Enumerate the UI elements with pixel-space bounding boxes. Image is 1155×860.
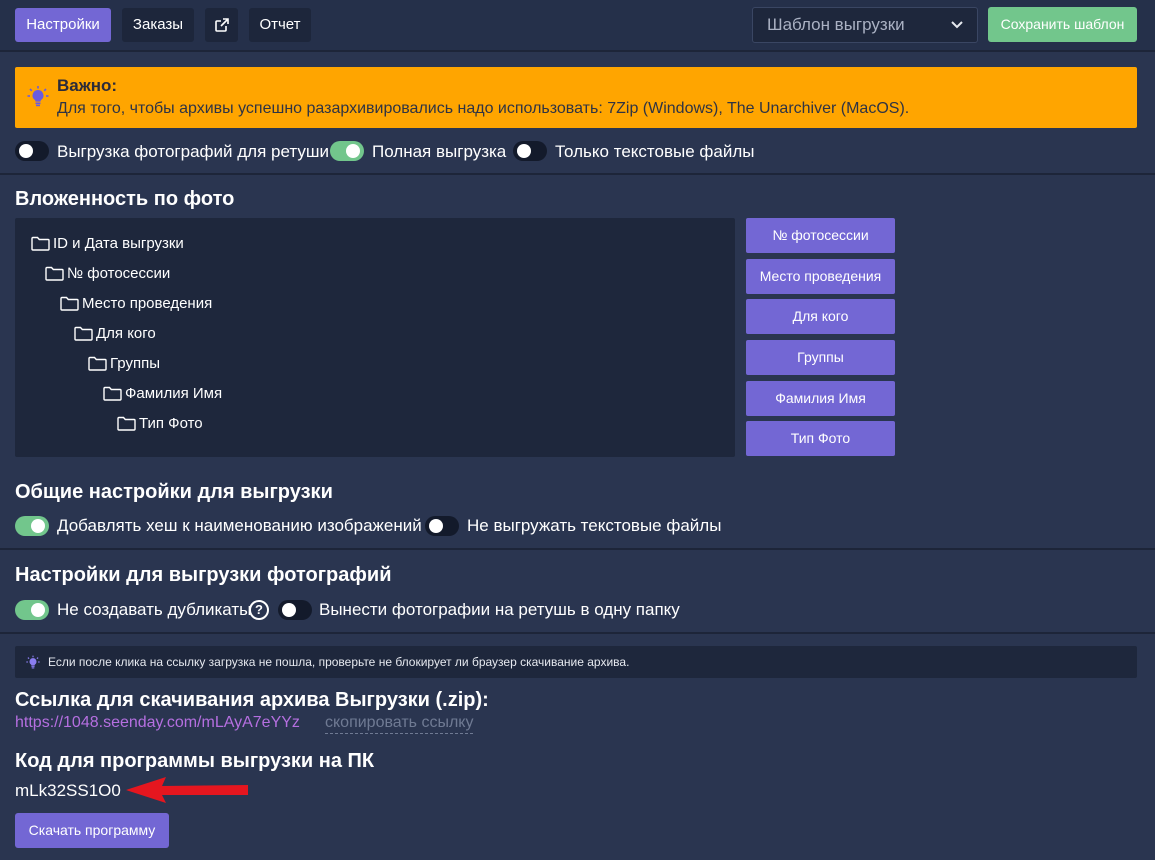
toggle-label-retouch-one-folder: Вынести фотографии на ретушь в одну папк…: [319, 600, 680, 619]
program-code-value: mLk32SS1O0: [15, 781, 121, 800]
save-template-button[interactable]: Сохранить шаблон: [988, 7, 1137, 42]
report-button[interactable]: Отчет: [249, 8, 311, 42]
warning-title: Важно:: [57, 76, 118, 95]
toggle-add-hash[interactable]: [15, 516, 49, 536]
divider: [0, 548, 1155, 550]
settings-button[interactable]: Настройки: [15, 8, 111, 42]
nesting-button-for-whom[interactable]: Для кого: [746, 299, 895, 334]
chevron-down-icon: [951, 8, 963, 55]
download-program-button[interactable]: Скачать программу: [15, 813, 169, 848]
toggle-label-no-duplicates: Не создавать дубликаты: [57, 600, 252, 619]
external-link-icon: [215, 18, 229, 32]
folder-icon: [31, 236, 50, 251]
nesting-button-photo-type[interactable]: Тип Фото: [746, 421, 895, 456]
folder-icon: [103, 386, 122, 401]
folder-tree: ID и Дата выгрузки № фотосессии Место пр…: [15, 218, 735, 457]
lightbulb-icon: [27, 86, 49, 107]
download-link-title: Ссылка для скачивания архива Выгрузки (.…: [15, 689, 489, 711]
nesting-button-groups[interactable]: Группы: [746, 340, 895, 375]
folder-icon: [88, 356, 107, 371]
toggle-retouch-export[interactable]: [15, 141, 49, 161]
nesting-button-session[interactable]: № фотосессии: [746, 218, 895, 253]
orders-button[interactable]: Заказы: [122, 8, 194, 42]
nesting-title: Вложенность по фото: [15, 188, 235, 210]
toggle-full-export[interactable]: [330, 141, 364, 161]
tree-label: Тип Фото: [139, 415, 203, 432]
tree-label: Группы: [110, 355, 160, 372]
warning-text: Для того, чтобы архивы успешно разархиви…: [57, 100, 910, 117]
toggle-retouch-one-folder[interactable]: [278, 600, 312, 620]
help-icon[interactable]: ?: [249, 600, 269, 620]
toggle-label-full-export: Полная выгрузка: [372, 142, 507, 161]
tree-label: № фотосессии: [67, 265, 171, 282]
nesting-button-name[interactable]: Фамилия Имя: [746, 381, 895, 416]
toggle-no-text-files[interactable]: [425, 516, 459, 536]
nesting-button-location[interactable]: Место проведения: [746, 259, 895, 294]
divider: [0, 173, 1155, 175]
folder-icon: [60, 296, 79, 311]
toggle-text-only[interactable]: [513, 141, 547, 161]
template-select[interactable]: Шаблон выгрузки: [752, 7, 978, 43]
divider: [0, 632, 1155, 634]
tree-label: Для кого: [96, 325, 156, 342]
download-info-note: Если после клика на ссылку загрузка не п…: [15, 646, 1137, 678]
photo-settings-title: Настройки для выгрузки фотографий: [15, 564, 392, 586]
toggle-label-add-hash: Добавлять хеш к наименованию изображений: [57, 516, 422, 535]
tree-label: Место проведения: [82, 295, 213, 312]
toggle-no-duplicates[interactable]: [15, 600, 49, 620]
tree-label: ID и Дата выгрузки: [53, 235, 184, 252]
warning-banner: Важно: Для того, чтобы архивы успешно ра…: [15, 67, 1137, 128]
folder-icon: [117, 416, 136, 431]
info-text: Если после клика на ссылку загрузка не п…: [48, 655, 630, 669]
copy-link-button[interactable]: скопировать ссылку: [325, 714, 474, 734]
tree-label: Фамилия Имя: [125, 385, 223, 402]
lightbulb-icon: [26, 655, 40, 669]
general-settings-title: Общие настройки для выгрузки: [15, 481, 333, 503]
open-external-button[interactable]: [205, 8, 238, 42]
toggle-label-text-only: Только текстовые файлы: [555, 142, 755, 161]
download-link[interactable]: https://1048.seenday.com/mLAyA7eYYz: [15, 714, 300, 732]
template-select-value: Шаблон выгрузки: [767, 15, 905, 34]
folder-icon: [74, 326, 93, 341]
folder-icon: [45, 266, 64, 281]
program-code-title: Код для программы выгрузки на ПК: [15, 750, 375, 772]
annotation-arrow-icon: [126, 777, 248, 803]
toggle-label-no-text-files: Не выгружать текстовые файлы: [467, 516, 722, 535]
toggle-label-retouch-export: Выгрузка фотографий для ретуши: [57, 142, 329, 161]
